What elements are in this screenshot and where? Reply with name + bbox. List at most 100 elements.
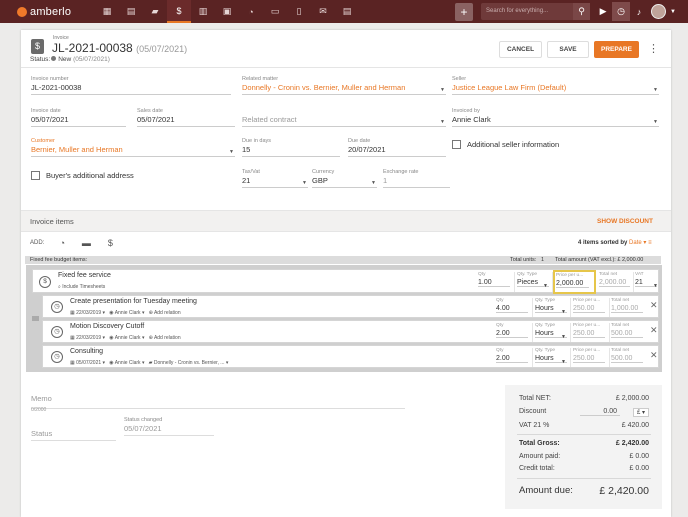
reports-icon[interactable]: ▤ [335,0,359,23]
parent-qty-value[interactable]: 1.00 [478,279,511,287]
notifications-icon[interactable]: ♪ [630,2,648,21]
time-entry-date[interactable]: 05/07/2021 [76,360,101,366]
discount-unit-select[interactable]: £ ▾ [632,408,649,417]
invoice-date-value[interactable]: 05/07/2021 [31,114,126,127]
time-entry-qty-type-cell[interactable]: Qty. Type Hours ▼ [535,348,571,367]
parent-qty-cell[interactable]: Qty 1.00 [478,272,515,292]
remove-item-close-icon[interactable]: ✕ [650,325,658,336]
tax-vat-field[interactable]: Tax/Vat 21 ▼ [242,169,308,188]
time-entry-name[interactable]: Motion Discovery Cutoff [70,323,144,330]
due-in-days-field[interactable]: Due in days 15 [242,138,340,157]
time-entry-qty-cell[interactable]: Qty 2.00 [496,323,533,342]
buyer-address-checkbox[interactable]: Buyer's additional address [31,171,134,180]
tax-vat-dropdown-icon[interactable]: ▼ [302,180,307,186]
stopwatch-icon[interactable]: ◷ [612,2,631,21]
due-date-value[interactable]: 20/07/2021 [348,144,446,157]
add-time-entry-icon[interactable]: ◔ [56,237,68,249]
invoice-date-field[interactable]: Invoice date 05/07/2021 [31,108,126,127]
related-matter-value[interactable]: Donnelly - Cronin vs. Bernier, Muller an… [242,82,446,95]
fixed-fee-name[interactable]: Fixed fee service [58,272,111,279]
invoiced-by-dropdown-icon[interactable]: ▼ [653,119,658,125]
save-button[interactable]: SAVE [547,41,589,58]
seller-field[interactable]: Seller Justice League Law Firm (Default)… [452,76,659,95]
sort-order-icon[interactable]: ≡ [648,240,652,246]
remove-item-close-icon[interactable]: ✕ [650,300,658,311]
currency-field[interactable]: Currency GBP ▼ [312,169,377,188]
user-avatar[interactable] [651,4,667,19]
vat-dropdown-icon[interactable]: ▼ [653,283,658,289]
parent-price-value[interactable]: 2,000.00 [556,280,590,288]
parent-price-cell[interactable]: Price per u... 2,000.00 [553,270,596,294]
add-relation-button[interactable]: Add relation [154,310,181,316]
time-entry-qty-value[interactable]: 2.00 [496,355,529,363]
time-entry-relation[interactable]: Donnelly - Cronin vs. Bernier, ... [154,360,225,366]
sort-field-dropdown[interactable]: Date [629,240,642,246]
related-contract-dropdown-icon[interactable]: ▼ [440,119,445,125]
search-icon[interactable]: ⚲ [573,3,591,20]
add-new-button[interactable]: + [455,2,474,21]
dashboard-icon[interactable]: ▦ [95,0,119,23]
additional-seller-checkbox-box[interactable] [452,140,461,149]
related-matter-dropdown-icon[interactable]: ▼ [440,87,445,93]
invoiced-by-field[interactable]: Invoiced by Annie Clark ▼ [452,108,659,127]
time-entry-user[interactable]: Annie Clark [115,360,141,366]
time-entry-date[interactable]: 22/03/2019 [76,310,101,316]
remove-item-close-icon[interactable]: ✕ [650,350,658,361]
search-input[interactable]: Search for everything... [481,3,574,20]
qty-type-dropdown-icon[interactable]: ▼ [543,283,548,289]
more-options-icon[interactable]: ⋮ [648,41,659,57]
time-entry-qty-type-cell[interactable]: Qty. Type Hours ▼ [535,323,571,342]
currency-value[interactable]: GBP [312,175,377,188]
include-timesheets[interactable]: ⌕ Include Timesheets [58,284,105,290]
due-in-days-value[interactable]: 15 [242,144,340,157]
invoices-icon[interactable]: $ [167,0,191,23]
time-entry-row[interactable]: ◷ Consulting ▦ 05/07/2021 ▾ ◉ Annie Clar… [42,345,659,368]
matters-icon[interactable]: ▰ [143,0,167,23]
sales-date-field[interactable]: Sales date 05/07/2021 [137,108,235,127]
add-relation-button[interactable]: Add relation [154,335,181,341]
discount-input[interactable]: 0.00 [580,408,620,416]
due-date-field[interactable]: Due date 20/07/2021 [348,138,446,157]
time-entry-user[interactable]: Annie Clark [115,335,141,341]
exchange-rate-value[interactable]: 1 [383,175,450,188]
mail-icon[interactable]: ✉ [311,0,335,23]
time-entry-qty-value[interactable]: 2.00 [496,330,529,338]
related-matter-field[interactable]: Related matter Donnelly - Cronin vs. Ber… [242,76,446,95]
seller-dropdown-icon[interactable]: ▼ [653,87,658,93]
drag-handle-icon[interactable] [32,316,39,321]
time-entry-date[interactable]: 22/03/2019 [76,335,101,341]
cancel-button[interactable]: CANCEL [499,41,542,58]
show-discount-button[interactable]: SHOW DISCOUNT [597,218,653,225]
parent-qty-type-cell[interactable]: Qty. Type Pieces ▼ [517,272,553,292]
folder-icon[interactable]: ▭ [263,0,287,23]
time-entry-name[interactable]: Create presentation for Tuesday meeting [70,298,197,305]
documents-icon[interactable]: ▯ [287,0,311,23]
buyer-address-checkbox-box[interactable] [31,171,40,180]
user-menu-chevron-icon[interactable]: ▼ [670,9,676,15]
time-entry-qty-cell[interactable]: Qty 2.00 [496,348,533,367]
customer-dropdown-icon[interactable]: ▼ [229,149,234,155]
related-contract-field[interactable]: Related contract ▼ [242,108,446,127]
parent-vat-cell[interactable]: VAT 21 ▼ [635,272,659,292]
fixed-fee-row[interactable]: $ Fixed fee service ⌕ Include Timesheets… [32,269,659,294]
customer-field[interactable]: Customer Bernier, Muller and Herman ▼ [31,138,235,157]
memo-input[interactable]: Memo [31,392,405,409]
time-entry-qty-value[interactable]: 4.00 [496,305,529,313]
time-entry-user[interactable]: Annie Clark [115,310,141,316]
bank-icon[interactable]: ▥ [191,0,215,23]
invoice-number-value[interactable]: JL-2021-00038 [31,82,231,95]
qty-type-dropdown-icon[interactable]: ▼ [561,334,566,340]
time-icon[interactable]: ◔ [239,0,263,23]
add-expense-icon[interactable]: ▬ [80,237,92,249]
currency-dropdown-icon[interactable]: ▼ [371,180,376,186]
qty-type-dropdown-icon[interactable]: ▼ [561,359,566,365]
time-entry-row[interactable]: ◷ Create presentation for Tuesday meetin… [42,295,659,318]
play-timer-icon[interactable]: ▶ [594,2,612,21]
add-fee-icon[interactable]: $ [104,237,116,249]
prepare-button[interactable]: PREPARE [594,41,639,58]
exchange-rate-field[interactable]: Exchange rate 1 [383,169,450,188]
time-entry-qty-cell[interactable]: Qty 4.00 [496,298,533,317]
sales-date-value[interactable]: 05/07/2021 [137,114,235,127]
calendar-icon[interactable]: ▣ [215,0,239,23]
amberlo-logo[interactable]: amberlo [17,6,95,18]
